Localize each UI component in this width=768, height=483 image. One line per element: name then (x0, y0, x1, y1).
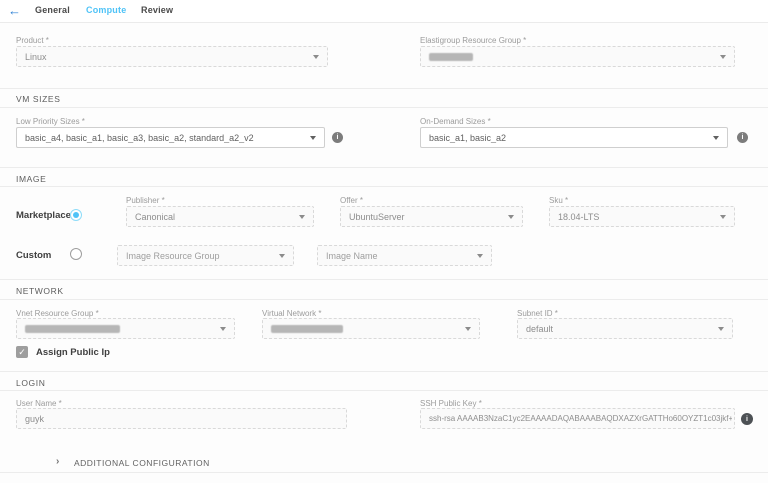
tab-review[interactable]: Review (141, 5, 173, 15)
redacted-value (25, 325, 120, 333)
chevron-down-icon (220, 327, 226, 331)
network-section-title: NETWORK (16, 286, 64, 296)
offer-value: UbuntuServer (349, 212, 405, 222)
additional-configuration-label: ADDITIONAL CONFIGURATION (74, 458, 210, 468)
image-resource-group-placeholder: Image Resource Group (126, 251, 220, 261)
assign-public-ip-checkbox[interactable]: ✓ (16, 346, 28, 358)
offer-label: Offer * (340, 196, 363, 205)
custom-label: Custom (16, 250, 51, 261)
on-demand-sizes-value: basic_a1, basic_a2 (429, 133, 506, 143)
on-demand-sizes-select[interactable]: basic_a1, basic_a2 (420, 127, 728, 148)
section-underline (0, 186, 768, 187)
user-name-input[interactable]: guyk (16, 408, 347, 429)
product-label: Product * (16, 36, 49, 45)
marketplace-radio[interactable] (70, 209, 82, 221)
publisher-label: Publisher * (126, 196, 165, 205)
redacted-value (429, 53, 473, 61)
subnet-id-value: default (526, 324, 553, 334)
section-underline (0, 107, 768, 108)
low-priority-sizes-label: Low Priority Sizes * (16, 117, 85, 126)
low-priority-sizes-value: basic_a4, basic_a1, basic_a3, basic_a2, … (25, 133, 254, 143)
publisher-value: Canonical (135, 212, 175, 222)
vnet-resource-group-label: Vnet Resource Group * (16, 309, 99, 318)
ssh-public-key-value: ssh-rsa AAAAB3NzaC1yc2EAAAADAQABAAABAQDX… (429, 414, 732, 423)
chevron-down-icon (718, 327, 724, 331)
sku-select[interactable]: 18.04-LTS (549, 206, 735, 227)
wizard-tab-bar: ← General Compute Review (0, 0, 768, 23)
sku-label: Sku * (549, 196, 568, 205)
compute-form-page: ← General Compute Review Product * Linux… (0, 0, 768, 483)
publisher-select[interactable]: Canonical (126, 206, 314, 227)
additional-configuration-expander[interactable]: › ADDITIONAL CONFIGURATION (0, 455, 768, 472)
chevron-down-icon (508, 215, 514, 219)
custom-radio[interactable] (70, 248, 82, 260)
chevron-down-icon (279, 254, 285, 258)
user-name-value: guyk (25, 414, 44, 424)
vm-sizes-section-title: VM SIZES (16, 94, 60, 104)
image-section-title: IMAGE (16, 174, 46, 184)
login-section-title: LOGIN (16, 378, 45, 388)
info-icon[interactable]: i (737, 132, 748, 143)
info-icon[interactable]: i (741, 413, 753, 425)
vnet-resource-group-select[interactable] (16, 318, 235, 339)
radio-dot (73, 212, 79, 218)
on-demand-sizes-label: On-Demand Sizes * (420, 117, 491, 126)
section-underline (0, 299, 768, 300)
virtual-network-select[interactable] (262, 318, 480, 339)
section-divider (0, 88, 768, 89)
subnet-id-select[interactable]: default (517, 318, 733, 339)
ssh-public-key-input[interactable]: ssh-rsa AAAAB3NzaC1yc2EAAAADAQABAAABAQDX… (420, 408, 735, 429)
elastigroup-resource-group-select[interactable] (420, 46, 735, 67)
ssh-public-key-label: SSH Public Key * (420, 399, 482, 408)
offer-select[interactable]: UbuntuServer (340, 206, 523, 227)
image-resource-group-select[interactable]: Image Resource Group (117, 245, 294, 266)
subnet-id-label: Subnet ID * (517, 309, 558, 318)
section-divider (0, 371, 768, 372)
chevron-down-icon (720, 55, 726, 59)
chevron-down-icon (299, 215, 305, 219)
virtual-network-label: Virtual Network * (262, 309, 321, 318)
info-icon[interactable]: i (332, 132, 343, 143)
product-select[interactable]: Linux (16, 46, 328, 67)
chevron-down-icon (713, 136, 719, 140)
image-name-select[interactable]: Image Name (317, 245, 492, 266)
chevron-down-icon (477, 254, 483, 258)
back-arrow-icon[interactable]: ← (8, 2, 21, 20)
marketplace-label: Marketplace (16, 210, 71, 221)
chevron-right-icon: › (56, 456, 59, 467)
chevron-down-icon (313, 55, 319, 59)
section-divider (0, 472, 768, 473)
redacted-value (271, 325, 343, 333)
tab-general[interactable]: General (35, 5, 70, 15)
chevron-down-icon (310, 136, 316, 140)
elastigroup-resource-group-label: Elastigroup Resource Group * (420, 36, 526, 45)
chevron-down-icon (720, 215, 726, 219)
chevron-down-icon (465, 327, 471, 331)
product-value: Linux (25, 52, 47, 62)
user-name-label: User Name * (16, 399, 62, 408)
section-underline (0, 390, 768, 391)
section-divider (0, 167, 768, 168)
sku-value: 18.04-LTS (558, 212, 599, 222)
tab-compute[interactable]: Compute (86, 5, 126, 15)
section-divider (0, 279, 768, 280)
low-priority-sizes-select[interactable]: basic_a4, basic_a1, basic_a3, basic_a2, … (16, 127, 325, 148)
image-name-placeholder: Image Name (326, 251, 378, 261)
assign-public-ip-label: Assign Public Ip (36, 347, 110, 358)
